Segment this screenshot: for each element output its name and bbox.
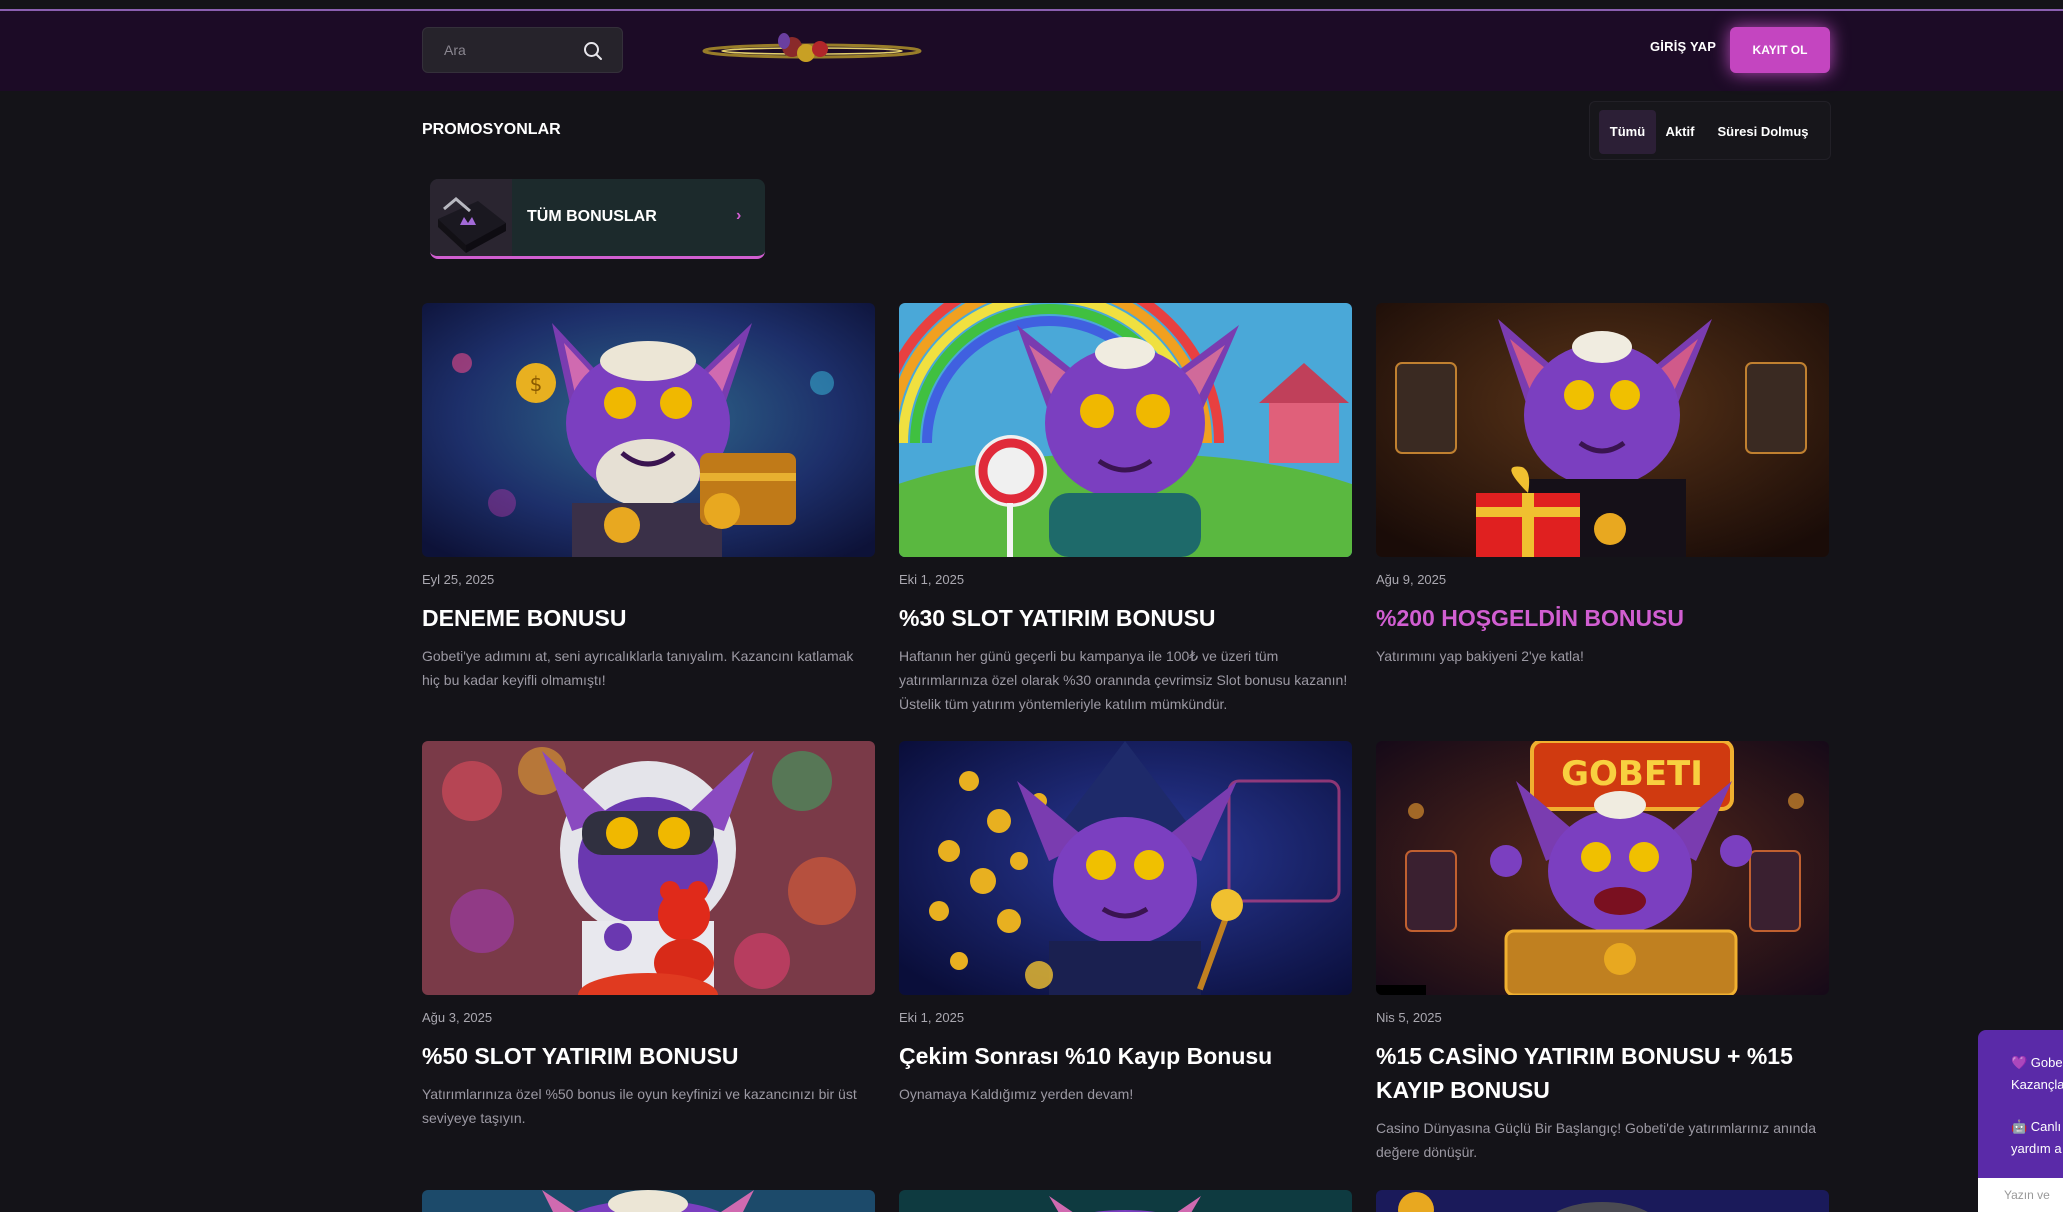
promo-description: Oynamaya Kaldığımız yerden devam! [899,1086,1134,1102]
chat-message: 🤖 Canlı yardım a [2011,1119,2062,1156]
chat-message: 💜 Gobe Kazançla [2011,1055,2063,1092]
site-logo[interactable] [700,25,924,77]
promo-date: Nis 5, 2025 [1376,1010,1442,1025]
filter-tab-expired[interactable]: Süresi Dolmuş [1703,110,1823,154]
promo-image[interactable]: GOBETI [1376,741,1829,995]
promo-image[interactable] [899,303,1352,557]
promo-image[interactable] [1376,303,1829,557]
filter-tab-all[interactable]: Tümü [1599,110,1656,154]
all-bonuses-button[interactable]: TÜM BONUSLAR › [430,179,765,259]
promo-date: Ağu 3, 2025 [422,1010,493,1025]
search-box[interactable] [422,27,623,73]
promo-title[interactable]: %15 CASİNO YATIRIM BONUSU + %15 KAYIP BO… [1376,1039,1829,1107]
promo-image[interactable] [1376,1190,1829,1212]
filter-tab-active[interactable]: Aktif [1660,110,1700,154]
promo-description: Yatırımlarınıza özel %50 bonus ile oyun … [422,1086,857,1126]
promo-image[interactable]: $ [422,303,875,557]
search-input[interactable] [423,28,573,72]
promo-title[interactable]: DENEME BONUSU [422,601,875,635]
promo-title[interactable]: %50 SLOT YATIRIM BONUSU [422,1039,875,1073]
promo-image[interactable] [422,741,875,995]
promo-description: Haftanın her günü geçerli bu kampanya il… [899,648,1348,712]
promo-date: Ağu 9, 2025 [1376,572,1447,587]
promo-title[interactable]: Çekim Sonrası %10 Kayıp Bonusu [899,1039,1352,1073]
promo-description: Yatırımını yap bakiyeni 2'ye katla! [1376,648,1584,664]
login-button[interactable]: GİRİŞ YAP [1650,39,1716,54]
promo-image[interactable] [899,741,1352,995]
page-title: PROMOSYONLAR [422,121,561,138]
gift-box-image [430,179,512,256]
promo-image[interactable] [422,1190,875,1212]
svg-text:GOBETI: GOBETI [1561,754,1703,794]
promo-date: Eyl 25, 2025 [422,572,495,587]
promo-date: Eki 1, 2025 [899,1010,965,1025]
filter-tabs: Tümü Aktif Süresi Dolmuş [1589,101,1831,160]
promo-title[interactable]: %200 HOŞGELDİN BONUSU [1376,601,1829,635]
promo-description: Casino Dünyasına Güçlü Bir Başlangıç! Go… [1376,1120,1817,1160]
chat-input[interactable]: Yazın ve [1978,1178,2063,1212]
live-chat-widget[interactable]: 💜 Gobe Kazançla 🤖 Canlı yardım a Yazın ve [1978,1030,2063,1212]
promo-date: Eki 1, 2025 [899,572,965,587]
svg-text:$: $ [530,372,543,396]
promo-image[interactable] [899,1190,1352,1212]
promo-title[interactable]: %30 SLOT YATIRIM BONUSU [899,601,1352,635]
register-button[interactable]: KAYIT OL [1730,27,1830,73]
all-bonuses-label: TÜM BONUSLAR [527,208,657,225]
promo-description: Gobeti'ye adımını at, seni ayrıcalıklarl… [422,648,854,688]
chevron-right-icon: › [736,207,742,224]
search-icon[interactable] [582,40,604,62]
site-header: GİRİŞ YAP KAYIT OL [0,11,2063,91]
